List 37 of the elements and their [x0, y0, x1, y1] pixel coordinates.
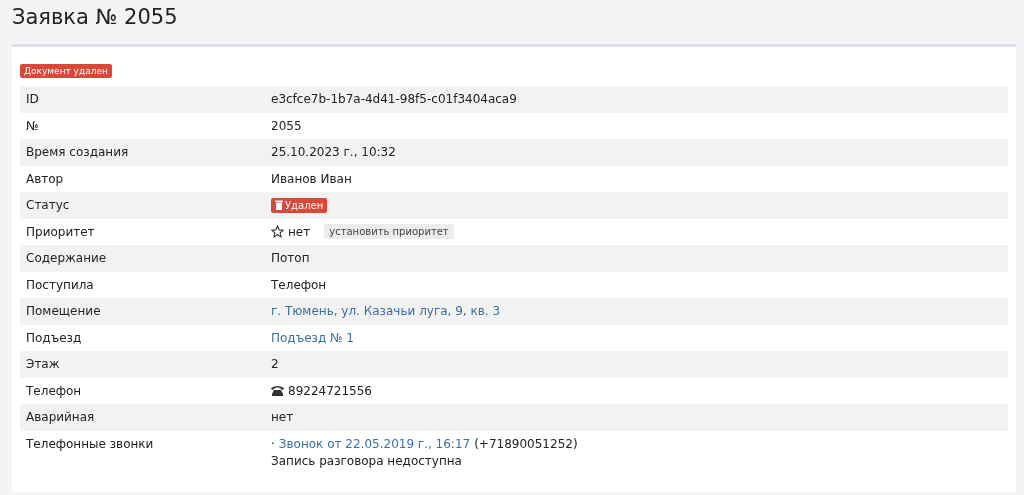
page-title: Заявка № 2055 [12, 4, 179, 30]
field-label: Автор [26, 171, 65, 186]
field-value: Телефон [271, 277, 328, 292]
call-link[interactable]: Звонок от 22.05.2019 г., 16:17 [278, 436, 471, 451]
star-icon[interactable] [271, 225, 284, 239]
field-label: Статус [26, 198, 71, 213]
field-value: 25.10.2023 г., 10:32 [271, 145, 397, 160]
phone-icon [271, 385, 284, 397]
priority-value: нет [288, 224, 311, 239]
field-label: Аварийная [26, 410, 96, 425]
deleted-badge: Документ удален [20, 64, 112, 78]
field-label: Этаж [26, 357, 61, 372]
field-label: Время создания [26, 145, 130, 160]
field-label: Содержание [26, 251, 108, 266]
phone-number: 89224721556 [288, 383, 372, 398]
field-value: 2 [271, 357, 280, 372]
trash-icon [275, 200, 283, 210]
call-number: (+71890051252) [474, 436, 578, 451]
field-label: Помещение [26, 304, 102, 319]
field-label: Поступила [26, 277, 95, 292]
field-label: Телефон [26, 383, 83, 398]
recording-note: Запись разговора недоступна [271, 453, 463, 468]
field-link[interactable]: Подъезд № 1 [271, 330, 354, 345]
field-value: нет [271, 410, 295, 425]
status-badge: Удален [271, 197, 328, 213]
field-value: Потоп [271, 251, 311, 266]
field-label: Приоритет [26, 224, 96, 239]
field-value: e3cfce7b-1b7a-4d41-98f5-c01f3404aca9 [271, 92, 518, 107]
field-label: Подъезд [26, 330, 83, 345]
field-label: № [26, 118, 40, 133]
field-value: Иванов Иван [271, 171, 353, 186]
set-priority-button[interactable]: установить приоритет [324, 224, 454, 240]
field-link[interactable]: г. Тюмень, ул. Казачьи луга, 9, кв. 3 [271, 304, 501, 319]
bullet: · [271, 436, 275, 451]
field-value: 2055 [271, 118, 303, 133]
field-label: Телефонные звонки [26, 435, 155, 451]
field-label: ID [26, 92, 40, 107]
